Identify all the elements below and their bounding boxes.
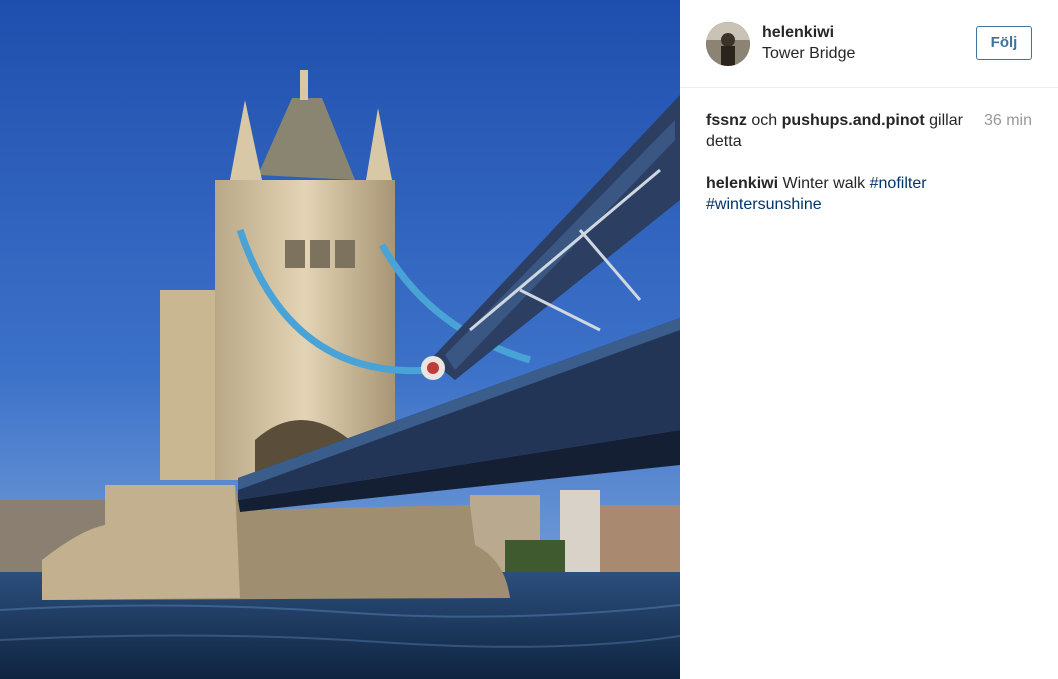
likes-summary: fssnz och pushups.and.pinot gillar detta (706, 110, 968, 152)
follow-button[interactable]: Följ (976, 26, 1032, 60)
instagram-post: helenkiwi Tower Bridge Följ fssnz och pu… (0, 0, 1058, 679)
post-author-username[interactable]: helenkiwi (762, 24, 834, 42)
caption-text: Winter walk (782, 175, 866, 192)
post-header: helenkiwi Tower Bridge Följ (680, 0, 1058, 88)
like-user-1[interactable]: fssnz (706, 112, 747, 129)
caption-username[interactable]: helenkiwi (706, 175, 778, 192)
post-sidebar: helenkiwi Tower Bridge Följ fssnz och pu… (680, 0, 1058, 679)
post-caption: helenkiwi Winter walk #nofilter #winters… (706, 173, 1006, 215)
post-photo[interactable] (0, 0, 680, 679)
post-timestamp[interactable]: 36 min (984, 110, 1032, 131)
hashtag-wintersunshine[interactable]: #wintersunshine (706, 196, 822, 213)
post-location[interactable]: Tower Bridge (762, 45, 855, 63)
avatar[interactable] (706, 22, 750, 66)
tower-bridge-image (0, 0, 680, 679)
hashtag-nofilter[interactable]: #nofilter (870, 175, 927, 192)
likes-connector: och (751, 112, 778, 129)
avatar-image (706, 22, 750, 66)
like-user-2[interactable]: pushups.and.pinot (782, 112, 925, 129)
